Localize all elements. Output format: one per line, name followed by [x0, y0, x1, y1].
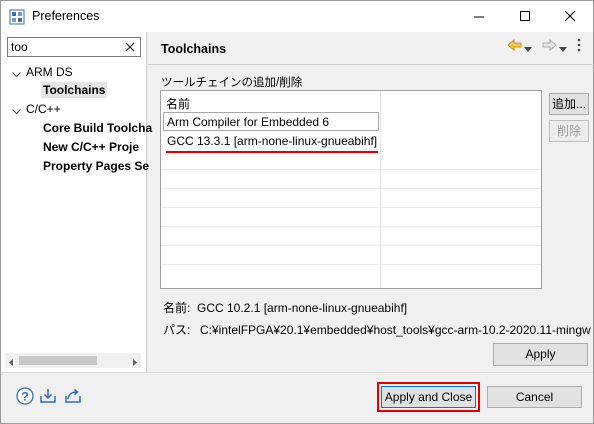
toolchain-table[interactable]: 名前 Arm Compiler for Embedded 6 GCC 13.3.… — [160, 90, 542, 289]
detail-path: パス: C:¥intelFPGA¥20.1¥embedded¥host_tools… — [163, 321, 591, 338]
table-header: 名前 — [161, 91, 541, 111]
export-icon[interactable] — [64, 387, 82, 408]
preference-page: Toolchains ツールチェインの追加/削除 名前 Arm Compiler… — [148, 32, 594, 372]
title-bar: Preferences — [1, 1, 593, 32]
close-icon[interactable] — [547, 1, 593, 32]
table-row[interactable]: Arm Compiler for Embedded 6 — [161, 112, 541, 131]
tree-item-label: New C/C++ Proje — [43, 140, 140, 154]
chevron-down-icon[interactable] — [524, 42, 532, 56]
chevron-down-icon[interactable] — [559, 42, 567, 56]
cancel-button[interactable]: Cancel — [487, 386, 582, 408]
tree-item-label: ARM DS — [26, 65, 73, 79]
footer-divider — [1, 372, 593, 373]
detail-name-value: GCC 10.2.1 [arm-none-linux-gnueabihf] — [197, 301, 408, 315]
back-arrow-icon[interactable] — [507, 39, 523, 54]
import-icon[interactable] — [39, 387, 57, 408]
table-row — [161, 227, 541, 246]
detail-name-key: 名前: — [163, 301, 191, 315]
horizontal-scrollbar[interactable] — [5, 353, 141, 368]
apply-button[interactable]: Apply — [493, 343, 588, 366]
chevron-down-icon[interactable] — [12, 68, 21, 78]
tree-item-label: C/C++ — [26, 102, 61, 116]
minimize-icon[interactable] — [456, 1, 502, 32]
scroll-left-icon[interactable] — [7, 356, 15, 366]
remove-button[interactable]: 削除 — [549, 120, 589, 142]
svg-text:?: ? — [21, 390, 28, 404]
tree-item-label: Toolchains — [41, 82, 108, 98]
table-row — [161, 170, 541, 189]
detail-path-key: パス: — [163, 323, 191, 337]
section-label: ツールチェインの追加/削除 — [161, 77, 303, 89]
column-header-name: 名前 — [166, 97, 191, 111]
tree-item-label: Core Build Toolcha — [43, 121, 153, 135]
toolchain-name: Arm Compiler for Embedded 6 — [167, 115, 330, 129]
chevron-down-icon[interactable] — [12, 105, 21, 115]
window-title: Preferences — [32, 9, 100, 23]
apply-and-close-button[interactable]: Apply and Close — [381, 386, 476, 408]
filter-input[interactable]: too — [7, 37, 141, 57]
app-icon — [9, 9, 25, 25]
maximize-icon[interactable] — [502, 1, 548, 32]
toolchain-name: GCC 13.3.1 [arm-none-linux-gnueabihf] — [167, 134, 378, 148]
table-row — [161, 246, 541, 265]
filter-text: too — [11, 40, 28, 54]
tree-item-label: Property Pages Se — [43, 159, 150, 173]
help-icon[interactable]: ? — [16, 387, 34, 408]
view-menu-icon[interactable] — [577, 38, 581, 55]
table-row — [161, 151, 541, 170]
detail-path-value: C:¥intelFPGA¥20.1¥embedded¥host_tools¥gc… — [200, 323, 591, 337]
header-divider — [148, 64, 594, 65]
clear-filter-icon[interactable] — [124, 41, 136, 53]
table-row — [161, 189, 541, 208]
table-row — [161, 208, 541, 227]
scrollbar-thumb[interactable] — [19, 356, 97, 365]
preferences-window: Preferences too ARM DS Toolchains C/C++ … — [0, 0, 594, 424]
scroll-right-icon[interactable] — [131, 356, 139, 366]
table-row[interactable]: GCC 13.3.1 [arm-none-linux-gnueabihf] — [161, 131, 541, 150]
preference-tree-panel: too ARM DS Toolchains C/C++ Core Build T… — [1, 32, 152, 372]
detail-name: 名前: GCC 10.2.1 [arm-none-linux-gnueabihf] — [163, 299, 407, 316]
add-button[interactable]: 追加... — [549, 93, 589, 115]
page-title: Toolchains — [161, 42, 227, 56]
forward-arrow-icon[interactable] — [541, 39, 557, 54]
annotation-underline — [166, 151, 378, 153]
